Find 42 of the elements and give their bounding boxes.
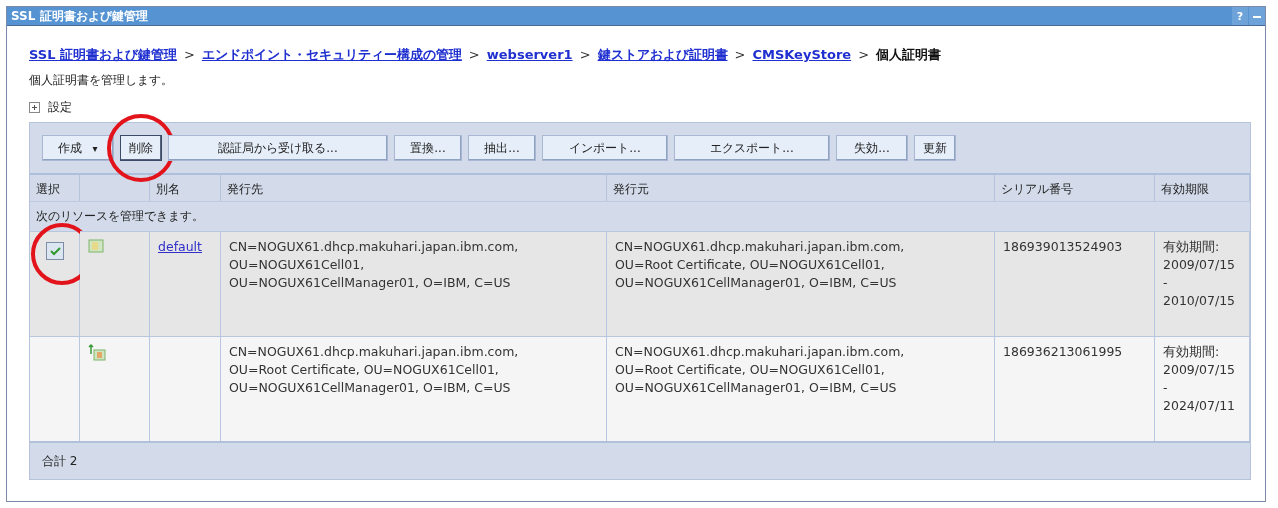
settings-label: 設定: [48, 99, 72, 116]
minimize-icon: [1253, 14, 1261, 18]
alias-link[interactable]: default: [158, 239, 202, 254]
breadcrumb-link[interactable]: SSL 証明書および鍵管理: [29, 46, 177, 64]
table-cell: CN=NOGUX61.dhcp.makuhari.japan.ibm.com, OU=NOGUX61Cell01, OU=NOGUX61CellManager01, O=IBM, C=US: [221, 231, 607, 336]
table-total: 合計 2: [30, 441, 1250, 479]
table-cell: 186939013524903: [995, 231, 1155, 336]
breadcrumb-separator: >: [579, 47, 591, 62]
caret-icon: ▾: [92, 142, 98, 154]
toolbar-button[interactable]: 置換...: [394, 135, 462, 161]
breadcrumb-separator: >: [468, 47, 480, 62]
toolbar-button[interactable]: 削除: [120, 135, 162, 161]
row-checkbox[interactable]: [46, 242, 64, 260]
minimize-button[interactable]: [1249, 7, 1265, 25]
breadcrumb-link[interactable]: CMSKeyStore: [752, 47, 852, 62]
validity-label: 有効期間:: [1163, 239, 1220, 254]
validity-dates: 2009/07/15 - 2010/07/15: [1163, 257, 1236, 308]
table-cell: 186936213061995: [995, 336, 1155, 441]
validity-label: 有効期間:: [1163, 344, 1220, 359]
breadcrumb-link[interactable]: 鍵ストアおよび証明書: [597, 46, 728, 64]
validity-dates: 2009/07/15 - 2024/07/11: [1163, 362, 1236, 413]
page-description: 個人証明書を管理します。: [29, 72, 174, 89]
table-cell: CN=NOGUX61.dhcp.makuhari.japan.ibm.com, OU=Root Certificate, OU=NOGUX61Cell01, OU=NOGUX61CellManager01, O=IBM, C=US: [607, 231, 995, 336]
breadcrumb-separator: >: [858, 47, 870, 62]
window-title: SSL 証明書および鍵管理: [11, 7, 148, 25]
breadcrumb-separator: >: [734, 47, 746, 62]
toolbar-button[interactable]: 認証局から受け取る...: [168, 135, 388, 161]
page-heading: 個人証明書: [876, 46, 942, 64]
table-cell: CN=NOGUX61.dhcp.makuhari.japan.ibm.com, OU=Root Certificate, OU=NOGUX61Cell01, OU=NOGUX61CellManager01, O=IBM, C=US: [221, 336, 607, 441]
toolbar-button[interactable]: インポート...: [542, 135, 668, 161]
toolbar-button[interactable]: エクスポート...: [674, 135, 830, 161]
breadcrumb-separator: >: [183, 47, 195, 62]
toolbar-button[interactable]: 更新: [914, 135, 956, 161]
expand-icon[interactable]: [29, 102, 40, 113]
toolbar-button[interactable]: 失効...: [836, 135, 908, 161]
breadcrumb-link[interactable]: エンドポイント・セキュリティー構成の管理: [201, 46, 462, 64]
toolbar-button[interactable]: 作成 ▾: [42, 135, 114, 161]
table-cell: CN=NOGUX61.dhcp.makuhari.japan.ibm.com, OU=Root Certificate, OU=NOGUX61Cell01, OU=NOGUX61CellManager01, O=IBM, C=US: [607, 336, 995, 441]
certificate-icon: [88, 238, 104, 254]
signer-certificate-icon: [88, 343, 106, 361]
breadcrumb-link[interactable]: webserver1: [486, 47, 573, 62]
toolbar-button[interactable]: 抽出...: [468, 135, 536, 161]
